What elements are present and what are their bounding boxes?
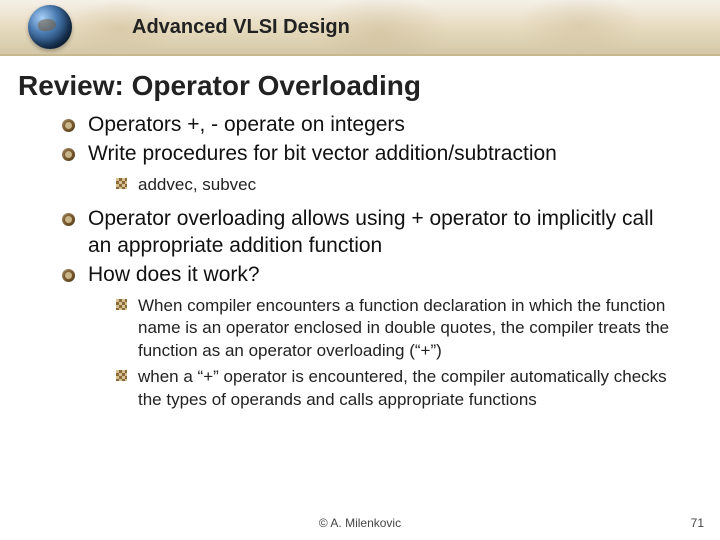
footer-copyright: © A. Milenkovic (0, 516, 720, 530)
globe-icon (28, 5, 72, 49)
slide-title: Review: Operator Overloading (18, 70, 720, 102)
bullet-lvl2: when a “+” operator is encountered, the … (116, 366, 680, 411)
bullet-lvl1: Write procedures for bit vector addition… (62, 141, 680, 196)
course-title: Advanced VLSI Design (132, 16, 350, 39)
bullet-lvl2: When compiler encounters a function decl… (116, 295, 680, 362)
bullet-text: Write procedures for bit vector addition… (88, 142, 557, 165)
bullet-text: How does it work? (88, 263, 260, 286)
bullet-lvl1: Operators +, - operate on integers (62, 112, 680, 139)
slide-content: Operators +, - operate on integers Write… (0, 112, 720, 411)
header-banner: Advanced VLSI Design (0, 0, 720, 56)
bullet-lvl2: addvec, subvec (116, 174, 680, 196)
bullet-lvl1: How does it work? When compiler encounte… (62, 262, 680, 411)
bullet-lvl1: Operator overloading allows using + oper… (62, 206, 680, 260)
page-number: 71 (691, 516, 704, 530)
